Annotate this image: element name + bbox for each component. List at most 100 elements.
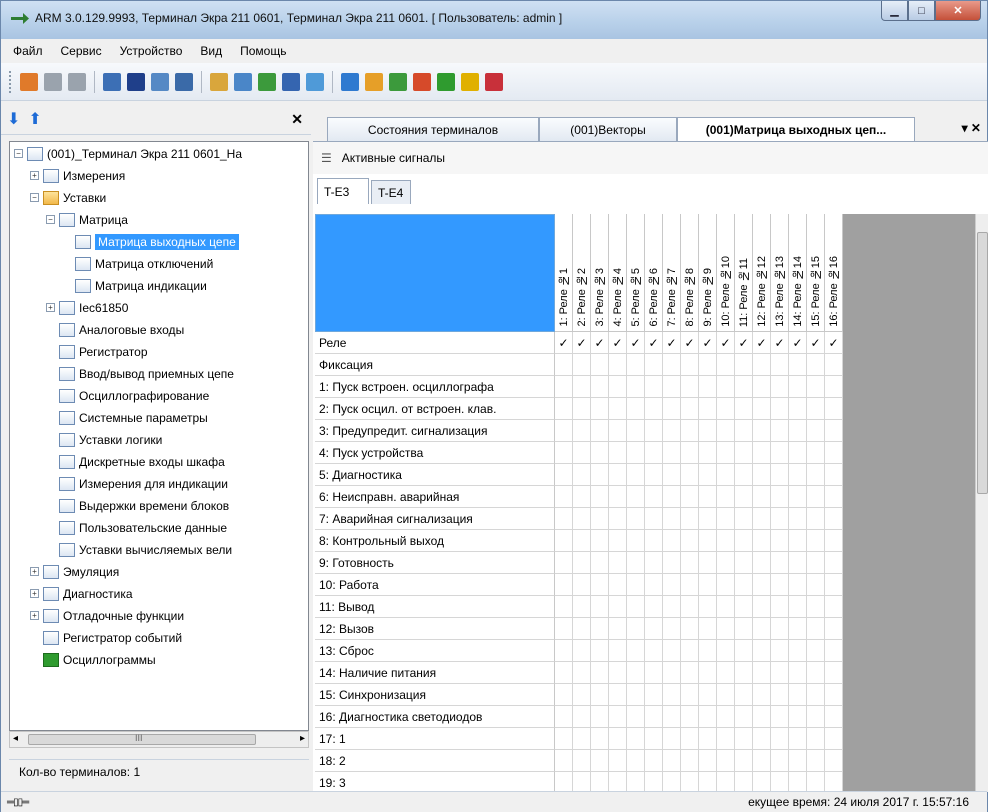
matrix-cell[interactable] (699, 508, 717, 530)
minimize-button[interactable]: ▁ (881, 1, 908, 21)
matrix-cell[interactable] (555, 662, 573, 684)
puzzle-icon[interactable] (461, 72, 479, 91)
matrix-cell[interactable] (681, 684, 699, 706)
expand-icon[interactable]: + (46, 303, 55, 312)
matrix-cell[interactable] (663, 420, 681, 442)
matrix-cell[interactable] (807, 772, 825, 792)
matrix-cell[interactable] (735, 750, 753, 772)
matrix-cell[interactable] (735, 706, 753, 728)
matrix-cell[interactable] (627, 684, 645, 706)
matrix-cell[interactable] (717, 552, 735, 574)
matrix-cell[interactable] (627, 464, 645, 486)
matrix-cell[interactable] (807, 596, 825, 618)
column-header[interactable]: 10: Реле №10 (717, 214, 735, 332)
matrix-cell[interactable] (753, 596, 771, 618)
tree-item[interactable]: + Измерения (30, 166, 125, 185)
matrix-cell[interactable] (555, 508, 573, 530)
matrix-cell[interactable] (663, 508, 681, 530)
matrix-cell[interactable] (555, 420, 573, 442)
matrix-cell[interactable] (807, 464, 825, 486)
matrix-cell[interactable] (645, 442, 663, 464)
matrix-cell[interactable] (717, 486, 735, 508)
matrix-cell[interactable] (789, 464, 807, 486)
column-header[interactable]: 7: Реле №7 (663, 214, 681, 332)
matrix-cell[interactable] (825, 530, 843, 552)
matrix-cell[interactable] (753, 376, 771, 398)
scroll-left-icon[interactable]: ◂ (13, 733, 18, 744)
checkbox-checked[interactable]: ✓ (555, 332, 573, 354)
matrix-cell[interactable] (717, 530, 735, 552)
matrix-cell[interactable] (591, 728, 609, 750)
matrix-cell[interactable] (591, 354, 609, 376)
matrix-cell[interactable] (591, 574, 609, 596)
matrix-cell[interactable] (735, 442, 753, 464)
matrix-cell[interactable] (699, 486, 717, 508)
column-header[interactable]: 8: Реле №8 (681, 214, 699, 332)
matrix-cell[interactable] (681, 706, 699, 728)
matrix-cell[interactable] (753, 530, 771, 552)
checkbox-checked[interactable]: ✓ (609, 332, 627, 354)
tree-item[interactable]: Пользовательские данные (46, 518, 227, 537)
flag-icon[interactable] (485, 72, 503, 91)
matrix-cell[interactable] (663, 750, 681, 772)
matrix-cell[interactable] (771, 442, 789, 464)
matrix-cell[interactable] (825, 398, 843, 420)
grid-vertical-scrollbar[interactable] (975, 214, 988, 792)
matrix-cell[interactable] (699, 464, 717, 486)
matrix-icon[interactable] (127, 72, 145, 91)
matrix-cell[interactable] (699, 596, 717, 618)
matrix-cell[interactable] (591, 618, 609, 640)
matrix-cell[interactable] (771, 508, 789, 530)
matrix-cell[interactable] (789, 508, 807, 530)
column-header[interactable]: 12: Реле №12 (753, 214, 771, 332)
matrix-cell[interactable] (555, 376, 573, 398)
matrix-cell[interactable] (663, 442, 681, 464)
matrix-cell[interactable] (753, 354, 771, 376)
matrix-cell[interactable] (663, 772, 681, 792)
matrix-cell[interactable] (573, 552, 591, 574)
matrix-cell[interactable] (771, 706, 789, 728)
matrix-cell[interactable] (807, 420, 825, 442)
matrix-cell[interactable] (717, 574, 735, 596)
matrix-cell[interactable] (681, 662, 699, 684)
column-header[interactable]: 5: Реле №5 (627, 214, 645, 332)
matrix-cell[interactable] (663, 574, 681, 596)
matrix-cell[interactable] (555, 464, 573, 486)
matrix-cell[interactable] (591, 530, 609, 552)
matrix-cell[interactable] (645, 640, 663, 662)
matrix-cell[interactable] (789, 420, 807, 442)
matrix-cell[interactable] (645, 398, 663, 420)
matrix-cell[interactable] (699, 442, 717, 464)
matrix-cell[interactable] (753, 398, 771, 420)
matrix-cell[interactable] (717, 618, 735, 640)
matrix-cell[interactable] (735, 662, 753, 684)
matrix-cell[interactable] (735, 574, 753, 596)
matrix-cell[interactable] (663, 354, 681, 376)
matrix-cell[interactable] (789, 596, 807, 618)
matrix-cell[interactable] (771, 420, 789, 442)
tree-item[interactable]: Дискретные входы шкафа (46, 452, 225, 471)
matrix-cell[interactable] (609, 442, 627, 464)
column-header[interactable]: 6: Реле №6 (645, 214, 663, 332)
refresh-icon[interactable] (437, 72, 455, 91)
tab-0[interactable]: Состояния терминалов (327, 117, 539, 141)
matrix-cell[interactable] (825, 750, 843, 772)
expand-icon[interactable]: + (30, 611, 39, 620)
tree-item[interactable]: Матрица индикации (62, 276, 207, 295)
matrix-cell[interactable] (807, 640, 825, 662)
matrix-cell[interactable] (681, 640, 699, 662)
matrix-cell[interactable] (555, 706, 573, 728)
matrix-cell[interactable] (627, 618, 645, 640)
matrix-cell[interactable] (681, 398, 699, 420)
matrix-cell[interactable] (591, 596, 609, 618)
matrix-cell[interactable] (609, 464, 627, 486)
matrix-cell[interactable] (807, 530, 825, 552)
matrix-cell[interactable] (771, 376, 789, 398)
matrix-cell[interactable] (573, 486, 591, 508)
matrix-cell[interactable] (771, 486, 789, 508)
active-signals-button[interactable]: Активные сигналы (342, 151, 445, 165)
matrix-cell[interactable] (735, 508, 753, 530)
column-header[interactable]: 4: Реле №4 (609, 214, 627, 332)
matrix-cell[interactable] (771, 596, 789, 618)
matrix-cell[interactable] (825, 706, 843, 728)
